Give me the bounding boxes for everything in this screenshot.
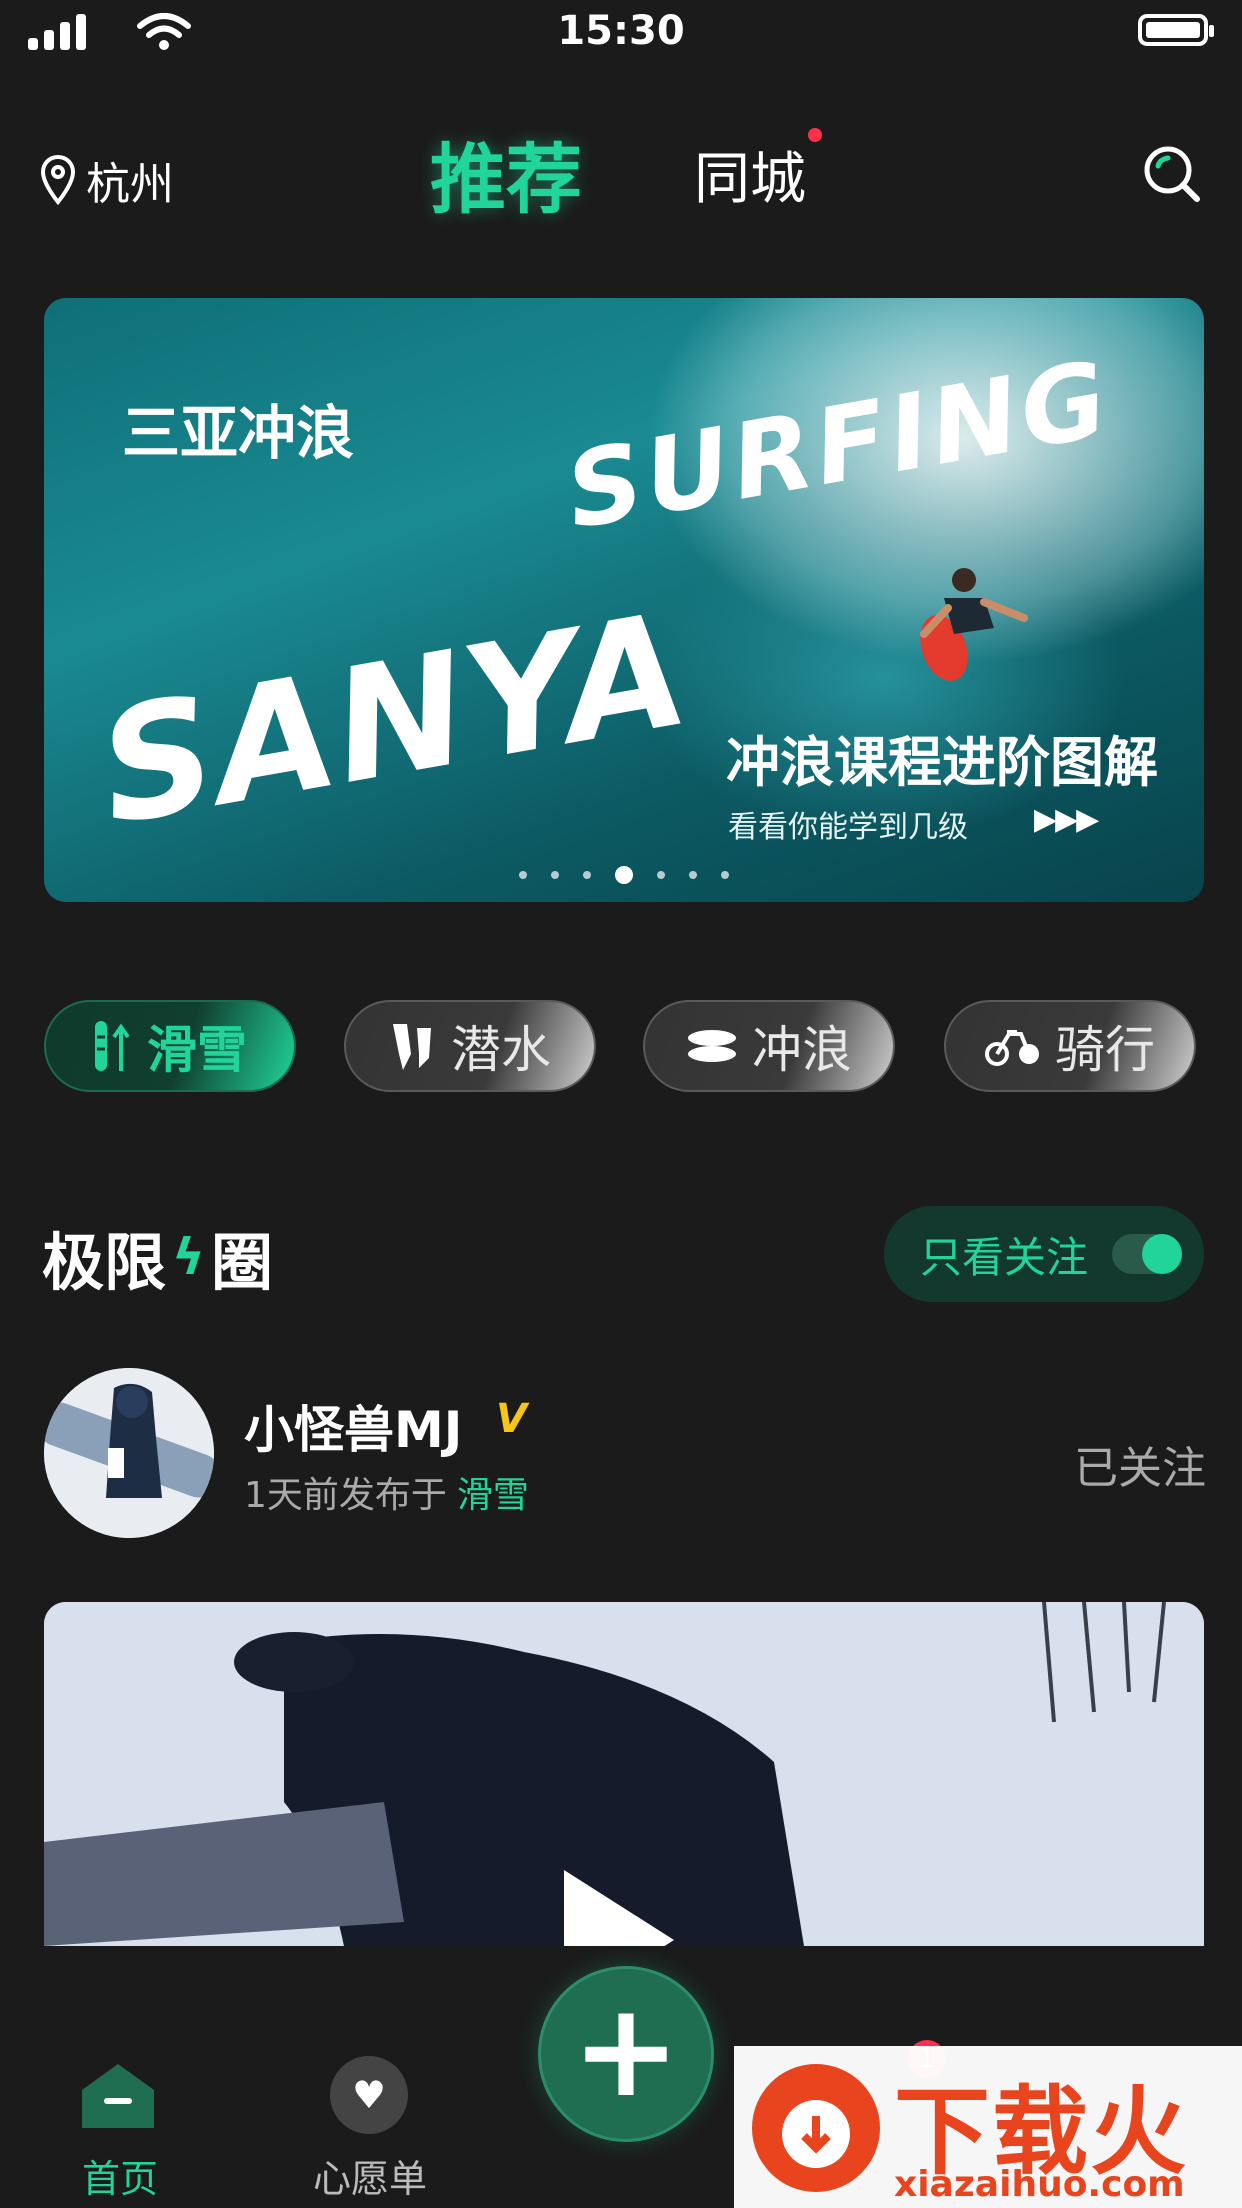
banner-arrows: ▶▶▶ — [1034, 802, 1099, 837]
category-chip-ski[interactable]: 滑雪 — [44, 1000, 296, 1092]
banner-subline: 看看你能学到几级 — [728, 810, 968, 845]
section-title-right: 圈 — [211, 1226, 274, 1299]
watermark-url: xiazaihuo.com — [894, 2164, 1185, 2205]
fins-icon — [393, 1024, 431, 1070]
banner-title: 三亚冲浪 — [122, 399, 355, 467]
category-chip-diving[interactable]: 潜水 — [344, 1000, 596, 1092]
new-dot-indicator — [808, 128, 822, 142]
surfer-image — [920, 568, 1028, 681]
post-video[interactable] — [44, 1602, 1204, 1946]
home-icon[interactable] — [78, 2060, 158, 2132]
post-username[interactable]: 小怪兽MJ — [244, 1390, 462, 1462]
carousel-dot[interactable] — [583, 871, 591, 879]
battery-icon — [1138, 14, 1214, 46]
play-icon[interactable] — [564, 1870, 674, 1946]
location-selector[interactable]: 杭州 — [40, 148, 174, 212]
verified-badge-icon: V — [496, 1396, 527, 1442]
section-title-left: 极限 — [42, 1226, 167, 1299]
watermark-logo-icon — [752, 2064, 880, 2192]
ski-icon — [95, 1021, 130, 1071]
promo-banner[interactable]: 三亚冲浪 SURFING SANYA 冲浪课程进阶图解 看看你能学到几级 ▶▶▶ — [44, 298, 1204, 902]
section-title: 极限 ϟ 圈 — [42, 1212, 273, 1302]
location-pin-icon — [40, 154, 76, 206]
status-bar: 15:30 — [0, 0, 1242, 70]
follow-only-toggle[interactable]: 只看关注 — [884, 1206, 1204, 1302]
avatar-image — [44, 1368, 214, 1538]
category-label: 冲浪 — [752, 1021, 852, 1079]
tab-recommend[interactable]: 推荐 — [430, 118, 582, 228]
surfboard-icon — [688, 1030, 736, 1062]
tab-local[interactable]: 同城 — [694, 134, 806, 215]
carousel-dot[interactable] — [657, 871, 665, 879]
carousel-dot[interactable] — [519, 871, 527, 879]
banner-brush-text-surfing: SURFING — [557, 337, 1120, 553]
heart-icon[interactable]: ♥ — [330, 2056, 408, 2134]
category-label: 骑行 — [1055, 1021, 1155, 1079]
post-meta: 1天前发布于 滑雪 — [244, 1466, 529, 1518]
status-time: 15:30 — [557, 8, 685, 54]
bike-icon — [985, 1030, 1039, 1066]
category-chip-surfing[interactable]: 冲浪 — [643, 1000, 895, 1092]
watermark-overlay: 下载火 xiazaihuo.com — [734, 2046, 1242, 2208]
carousel-dots — [44, 866, 1204, 884]
category-chip-cycling[interactable]: 骑行 — [944, 1000, 1196, 1092]
search-icon[interactable] — [1142, 144, 1202, 204]
location-label: 杭州 — [86, 159, 174, 210]
tab-wishlist[interactable]: 心愿单 — [300, 2148, 440, 2203]
plus-icon: + — [571, 1974, 681, 2126]
tab-home[interactable]: 首页 — [70, 2148, 170, 2203]
post-time: 1天前发布于 — [244, 1475, 447, 1516]
toggle-switch[interactable] — [1112, 1234, 1182, 1274]
category-label: 潜水 — [451, 1021, 551, 1079]
banner-brush-text-sanya: SANYA — [86, 577, 702, 861]
lightning-icon: ϟ — [172, 1228, 205, 1286]
carousel-dot-active[interactable] — [615, 866, 633, 884]
avatar[interactable] — [44, 1368, 214, 1538]
follow-status-button[interactable]: 已关注 — [1074, 1432, 1206, 1496]
post-topic-link[interactable]: 滑雪 — [457, 1475, 529, 1516]
follow-only-label: 只看关注 — [920, 1232, 1089, 1282]
carousel-dot[interactable] — [551, 871, 559, 879]
category-label: 滑雪 — [147, 1021, 247, 1079]
create-post-button[interactable]: + — [538, 1966, 714, 2142]
carousel-dot[interactable] — [721, 871, 729, 879]
carousel-dot[interactable] — [689, 871, 697, 879]
banner-headline: 冲浪课程进阶图解 — [726, 731, 1158, 794]
